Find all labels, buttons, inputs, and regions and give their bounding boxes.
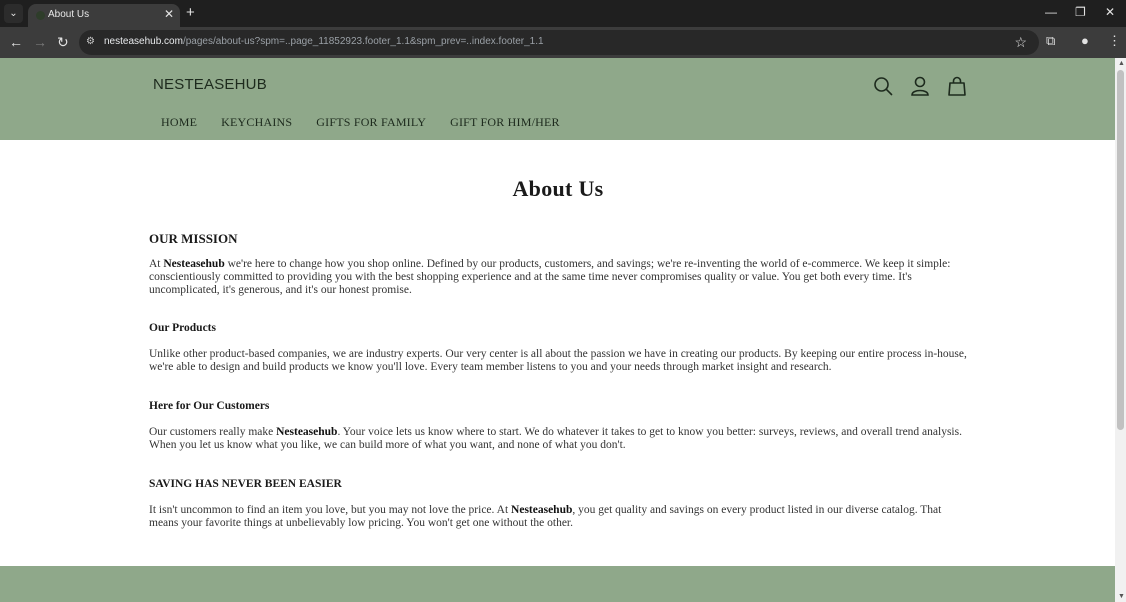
forward-icon[interactable]: →	[33, 34, 47, 50]
cart-icon[interactable]	[946, 75, 968, 97]
page-title: About Us	[512, 176, 604, 201]
section-heading-products: Our Products	[149, 322, 216, 334]
reload-icon[interactable]: ↻	[57, 34, 69, 50]
tab-title: About Us	[48, 9, 90, 20]
page-viewport: NESTEASEHUB HOME KEYCHAINS GIFTS FOR FAM…	[0, 58, 1115, 602]
tab-favicon-icon	[36, 11, 45, 20]
back-icon[interactable]: ←	[9, 34, 23, 50]
scroll-up-icon[interactable]: ▲	[1118, 60, 1125, 67]
page-scrollbar[interactable]: ▲ ▼	[1115, 58, 1126, 602]
search-icon[interactable]	[872, 75, 894, 97]
nav-keychains[interactable]: KEYCHAINS	[221, 115, 292, 130]
section-text-mission: At Nesteasehub we're here to change how …	[149, 258, 951, 296]
nav-gifts-for-family[interactable]: GIFTS FOR FAMILY	[316, 115, 426, 130]
browser-tab-bar: ⌄ About Us ✕ + — ❐ ✕	[0, 0, 1126, 27]
section-text-customers: Our customers really make Nesteasehub. Y…	[149, 426, 962, 451]
nav-gift-for-him-her[interactable]: GIFT FOR HIM/HER	[450, 115, 560, 130]
scroll-down-icon[interactable]: ▼	[1118, 593, 1125, 600]
brand-name: Nesteasehub	[276, 426, 338, 438]
close-window-icon[interactable]: ✕	[1105, 5, 1115, 19]
minimize-icon[interactable]: —	[1045, 5, 1057, 19]
site-header: NESTEASEHUB HOME KEYCHAINS GIFTS FOR FAM…	[0, 58, 1115, 140]
address-bar[interactable]: ⚙ nesteasehub.com/pages/about-us?spm=..p…	[79, 30, 1039, 55]
main-nav: HOME KEYCHAINS GIFTS FOR FAMILY GIFT FOR…	[161, 115, 584, 130]
tab-close-icon[interactable]: ✕	[164, 7, 174, 21]
brand-name: Nesteasehub	[163, 258, 225, 270]
url-text[interactable]: nesteasehub.com/pages/about-us?spm=..pag…	[104, 36, 544, 47]
extensions-icon[interactable]: ⧉	[1046, 33, 1055, 49]
nav-home[interactable]: HOME	[161, 115, 197, 130]
brand-name: Nesteasehub	[511, 504, 573, 516]
tab-search-button[interactable]: ⌄	[4, 4, 23, 23]
profile-icon[interactable]: ●	[1081, 33, 1089, 48]
restore-icon[interactable]: ❐	[1075, 5, 1086, 19]
section-text-products: Unlike other product-based companies, we…	[149, 348, 967, 373]
bookmark-star-icon[interactable]: ☆	[1014, 34, 1027, 51]
scroll-thumb[interactable]	[1117, 70, 1124, 430]
section-heading-saving: SAVING HAS NEVER BEEN EASIER	[149, 478, 342, 490]
browser-toolbar: ← → ↻ ⚙ nesteasehub.com/pages/about-us?s…	[0, 27, 1126, 58]
browser-menu-icon[interactable]: ⋮	[1108, 33, 1121, 49]
account-icon[interactable]	[909, 75, 931, 97]
section-text-saving: It isn't uncommon to find an item you lo…	[149, 504, 942, 529]
section-heading-mission: OUR MISSION	[149, 231, 238, 246]
site-info-icon[interactable]: ⚙	[86, 36, 98, 48]
new-tab-button[interactable]: +	[186, 4, 195, 21]
site-logo[interactable]: NESTEASEHUB	[153, 76, 267, 93]
site-footer	[0, 566, 1115, 602]
browser-tab-active[interactable]: About Us ✕	[28, 4, 180, 27]
section-heading-customers: Here for Our Customers	[149, 400, 270, 412]
